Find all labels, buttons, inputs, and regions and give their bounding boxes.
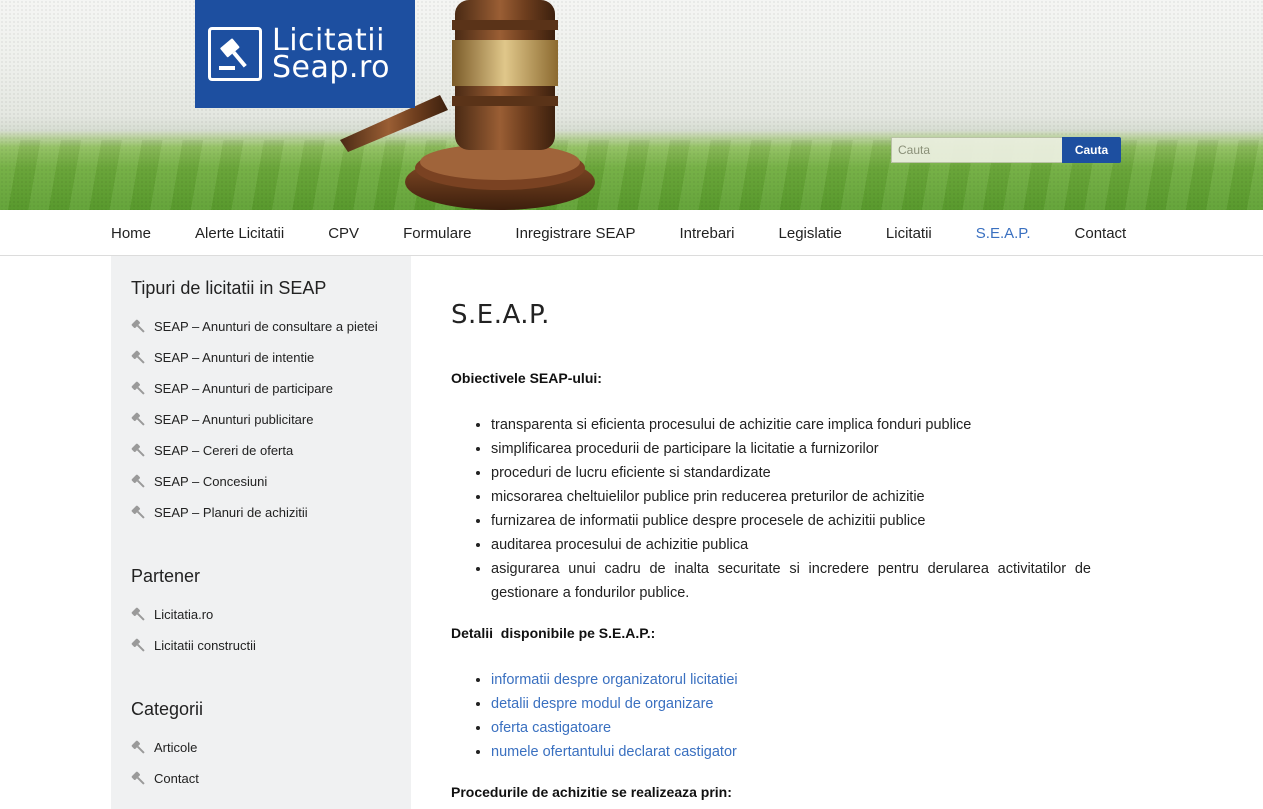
details-link[interactable]: numele ofertantului declarat castigator bbox=[491, 740, 1091, 764]
details-link[interactable]: oferta castigatoare bbox=[491, 716, 1091, 740]
objectives-heading: Obiectivele SEAP-ului: bbox=[451, 370, 602, 386]
nav-item-home[interactable]: Home bbox=[111, 225, 151, 242]
gavel-bullet-icon bbox=[131, 474, 147, 490]
nav-item-cpv[interactable]: CPV bbox=[328, 225, 359, 242]
gavel-bullet-icon bbox=[131, 443, 147, 459]
list-item: micsorarea cheltuielilor publice prin re… bbox=[491, 485, 1091, 509]
search-button[interactable]: Cauta bbox=[1062, 137, 1121, 163]
gavel-bullet-icon bbox=[131, 350, 147, 366]
sidebar-link[interactable]: Licitatii constructii bbox=[131, 630, 391, 661]
list-item: simplificarea procedurii de participare … bbox=[491, 437, 1091, 461]
details-heading: Detalii disponibile pe S.E.A.P.: bbox=[451, 625, 656, 641]
sidebar-link-label: SEAP – Anunturi de consultare a pietei bbox=[154, 319, 378, 334]
sidebar-link[interactable]: SEAP – Planuri de achizitii bbox=[131, 497, 391, 528]
page-title: S.E.A.P. bbox=[451, 300, 550, 330]
sidebar-link-label: SEAP – Cereri de oferta bbox=[154, 443, 294, 458]
header-banner: Licitatii Seap.ro Cauta bbox=[0, 0, 1263, 210]
nav-item-inregistrare-seap[interactable]: Inregistrare SEAP bbox=[515, 225, 635, 242]
sidebar-link-label: Licitatia.ro bbox=[154, 607, 214, 622]
sidebar-link[interactable]: SEAP – Anunturi de participare bbox=[131, 373, 391, 404]
gavel-bullet-icon bbox=[131, 412, 147, 428]
sidebar-link[interactable]: SEAP – Cereri de oferta bbox=[131, 435, 391, 466]
sidebar-link[interactable]: SEAP – Anunturi de consultare a pietei bbox=[131, 311, 391, 342]
gavel-bullet-icon bbox=[131, 505, 147, 521]
list-item: transparenta si eficienta procesului de … bbox=[491, 413, 1091, 437]
list-item: proceduri de lucru eficiente si standard… bbox=[491, 461, 1091, 485]
gavel-bullet-icon bbox=[131, 771, 147, 787]
sidebar-link-label: Articole bbox=[154, 740, 198, 755]
sidebar-section-tipuri: Tipuri de licitatii in SEAP SEAP – Anunt… bbox=[131, 278, 391, 528]
nav-item-licitatii[interactable]: Licitatii bbox=[886, 225, 932, 242]
nav-item-legislatie[interactable]: Legislatie bbox=[779, 225, 842, 242]
sidebar-link-label: SEAP – Planuri de achizitii bbox=[154, 505, 308, 520]
gavel-bullet-icon bbox=[131, 319, 147, 335]
sidebar-link[interactable]: SEAP – Anunturi publicitare bbox=[131, 404, 391, 435]
gavel-bullet-icon bbox=[131, 638, 147, 654]
site-logo[interactable]: Licitatii Seap.ro bbox=[195, 0, 415, 108]
nav-item-formulare[interactable]: Formulare bbox=[403, 225, 471, 242]
sidebar-link-label: SEAP – Anunturi de participare bbox=[154, 381, 333, 396]
gavel-bullet-icon bbox=[131, 381, 147, 397]
search-input[interactable] bbox=[891, 137, 1062, 163]
sidebar: Tipuri de licitatii in SEAP SEAP – Anunt… bbox=[111, 256, 411, 809]
nav-item-contact[interactable]: Contact bbox=[1075, 225, 1127, 242]
sidebar-link-label: SEAP – Anunturi de intentie bbox=[154, 350, 315, 365]
search-form: Cauta bbox=[891, 137, 1121, 163]
sidebar-link[interactable]: Licitatia.ro bbox=[131, 599, 391, 630]
logo-text-line2: Seap.ro bbox=[272, 50, 390, 85]
sidebar-heading-partener: Partener bbox=[131, 566, 201, 586]
nav-item-alerte-licitatii[interactable]: Alerte Licitatii bbox=[195, 225, 284, 242]
gavel-bullet-icon bbox=[131, 740, 147, 756]
list-item: asigurarea unui cadru de inalta securita… bbox=[491, 557, 1091, 605]
sidebar-link[interactable]: SEAP – Concesiuni bbox=[131, 466, 391, 497]
details-list: informatii despre organizatorul licitati… bbox=[451, 668, 1091, 764]
sidebar-link[interactable]: Contact bbox=[131, 763, 391, 794]
gavel-logo-icon bbox=[208, 27, 262, 81]
gavel-bullet-icon bbox=[131, 607, 147, 623]
nav-item-intrebari[interactable]: Intrebari bbox=[679, 225, 734, 242]
sidebar-heading-tipuri: Tipuri de licitatii in SEAP bbox=[131, 278, 327, 298]
list-item: auditarea procesului de achizitie public… bbox=[491, 533, 1091, 557]
sidebar-section-categorii: Categorii Articole Contact bbox=[131, 699, 391, 794]
sidebar-heading-categorii: Categorii bbox=[131, 699, 204, 719]
main-content: S.E.A.P. Obiectivele SEAP-ului: transpar… bbox=[451, 256, 1091, 800]
nav-item-seap[interactable]: S.E.A.P. bbox=[976, 225, 1031, 242]
procedures-heading: Procedurile de achizitie se realizeaza p… bbox=[451, 784, 732, 800]
details-link[interactable]: informatii despre organizatorul licitati… bbox=[491, 668, 1091, 692]
sidebar-link[interactable]: SEAP – Anunturi de intentie bbox=[131, 342, 391, 373]
sidebar-link-label: SEAP – Anunturi publicitare bbox=[154, 412, 314, 427]
sidebar-link-label: Licitatii constructii bbox=[154, 638, 256, 653]
objectives-list: transparenta si eficienta procesului de … bbox=[451, 413, 1091, 605]
sidebar-section-partener: Partener Licitatia.ro Licitatii construc… bbox=[131, 566, 391, 661]
list-item: furnizarea de informatii publice despre … bbox=[491, 509, 1091, 533]
sidebar-link-label: Contact bbox=[154, 771, 199, 786]
sidebar-link[interactable]: Articole bbox=[131, 732, 391, 763]
details-link[interactable]: detalii despre modul de organizare bbox=[491, 692, 1091, 716]
sidebar-link-label: SEAP – Concesiuni bbox=[154, 474, 268, 489]
main-navigation: Home Alerte Licitatii CPV Formulare Inre… bbox=[0, 210, 1263, 256]
